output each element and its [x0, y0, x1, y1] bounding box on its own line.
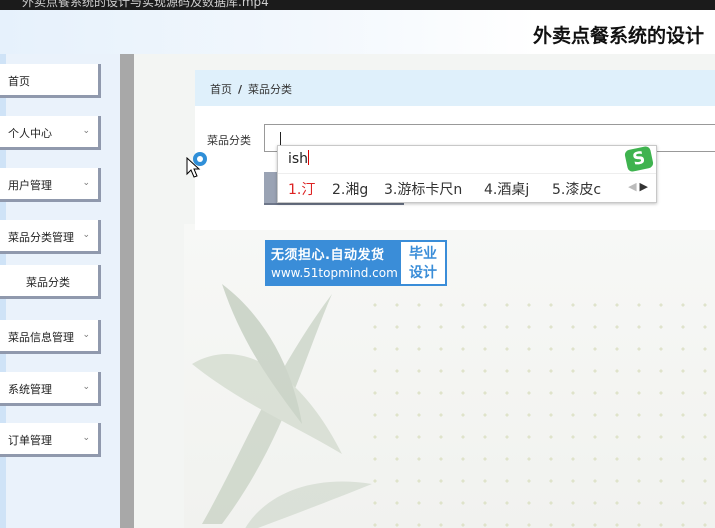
- header: 外卖点餐系统的设计: [0, 10, 715, 54]
- window-caption: 外卖点餐系统的设计与实现源码及数据库.mp4: [22, 0, 269, 9]
- watermark-badge-line2: 设计: [409, 265, 437, 281]
- watermark-text-block: 无须担心.自动发货 www.51topmind.com: [265, 240, 399, 286]
- watermark-url: www.51topmind.com: [271, 266, 398, 280]
- sidebar-item-profile[interactable]: 个人中心 ⌄: [0, 116, 101, 150]
- ime-page-arrows[interactable]: ◀ ▶: [628, 180, 648, 193]
- leaf-decoration-icon: [192, 284, 372, 528]
- chevron-down-icon: ⌄: [82, 178, 90, 188]
- breadcrumb-bar: 首页 / 菜品分类: [195, 70, 715, 106]
- ime-next-page-icon[interactable]: ▶: [640, 180, 648, 193]
- site-title: 外卖点餐系统的设计: [533, 25, 705, 47]
- watermark-badge: 毕业 设计: [399, 240, 447, 286]
- breadcrumb: 首页 / 菜品分类: [210, 81, 292, 97]
- sidebar-item-label: 首页: [8, 75, 30, 88]
- chevron-down-icon: ⌄: [82, 433, 90, 443]
- sidebar-item-label: 个人中心: [8, 127, 52, 140]
- sidebar-item-dish-info-management[interactable]: 菜品信息管理 ⌄: [0, 320, 101, 354]
- dish-category-label: 菜品分类: [207, 134, 251, 147]
- sidebar-item-label: 订单管理: [8, 434, 52, 447]
- sidebar-subitem-dish-category[interactable]: 菜品分类: [0, 265, 101, 299]
- window-title-bar: 外卖点餐系统的设计与实现源码及数据库.mp4: [0, 0, 715, 10]
- breadcrumb-current: 菜品分类: [248, 83, 293, 96]
- ime-candidate-2[interactable]: 2.湘g: [332, 179, 368, 199]
- sidebar-item-label: 菜品分类管理: [8, 231, 74, 244]
- breadcrumb-separator: /: [238, 83, 243, 96]
- sidebar-item-label: 用户管理: [8, 179, 52, 192]
- chevron-down-icon: ⌄: [82, 230, 90, 240]
- ime-candidate-row: 1.汀 2.湘g 3.游标卡尺n 4.酒桌j 5.漆皮c ◀ ▶: [278, 173, 656, 202]
- background-pattern: [364, 294, 715, 528]
- ime-composition-text: ish: [288, 151, 309, 167]
- sidebar-item-users[interactable]: 用户管理 ⌄: [0, 168, 101, 202]
- ime-candidate-5[interactable]: 5.漆皮c: [552, 179, 601, 199]
- sidebar-item-label: 系统管理: [8, 383, 52, 396]
- text-caret: [280, 132, 281, 146]
- ime-caret: [308, 150, 310, 165]
- watermark-badge-line1: 毕业: [409, 246, 437, 262]
- watermark-line1: 无须担心.自动发货: [271, 248, 385, 263]
- ime-candidate-1[interactable]: 1.汀: [288, 179, 315, 199]
- sidebar-scrollbar[interactable]: [120, 54, 134, 528]
- breadcrumb-home[interactable]: 首页: [210, 83, 232, 96]
- sidebar-item-system-management[interactable]: 系统管理 ⌄: [0, 372, 101, 406]
- sidebar-item-label: 菜品分类: [26, 276, 70, 289]
- sidebar-item-home[interactable]: 首页: [0, 64, 101, 98]
- sidebar-item-dish-category-management[interactable]: 菜品分类管理 ⌄: [0, 220, 101, 254]
- ime-composition: ish: [288, 150, 310, 167]
- ime-candidate-3[interactable]: 3.游标卡尺n: [384, 179, 462, 199]
- ime-prev-page-icon[interactable]: ◀: [628, 180, 636, 193]
- chevron-down-icon: ⌄: [82, 330, 90, 340]
- sidebar-item-order-management[interactable]: 订单管理 ⌄: [0, 423, 101, 457]
- ime-candidate-4[interactable]: 4.酒桌j: [484, 179, 529, 199]
- click-indicator-icon: [193, 152, 207, 166]
- sidebar-item-label: 菜品信息管理: [8, 331, 74, 344]
- watermark-banner: 无须担心.自动发货 www.51topmind.com 毕业 设计: [265, 240, 447, 286]
- sogou-logo-icon: S: [623, 145, 655, 173]
- chevron-down-icon: ⌄: [82, 126, 90, 136]
- ime-candidate-window[interactable]: ish S 1.汀 2.湘g 3.游标卡尺n 4.酒桌j 5.漆皮c ◀ ▶: [277, 145, 657, 203]
- chevron-down-icon: ⌄: [82, 382, 90, 392]
